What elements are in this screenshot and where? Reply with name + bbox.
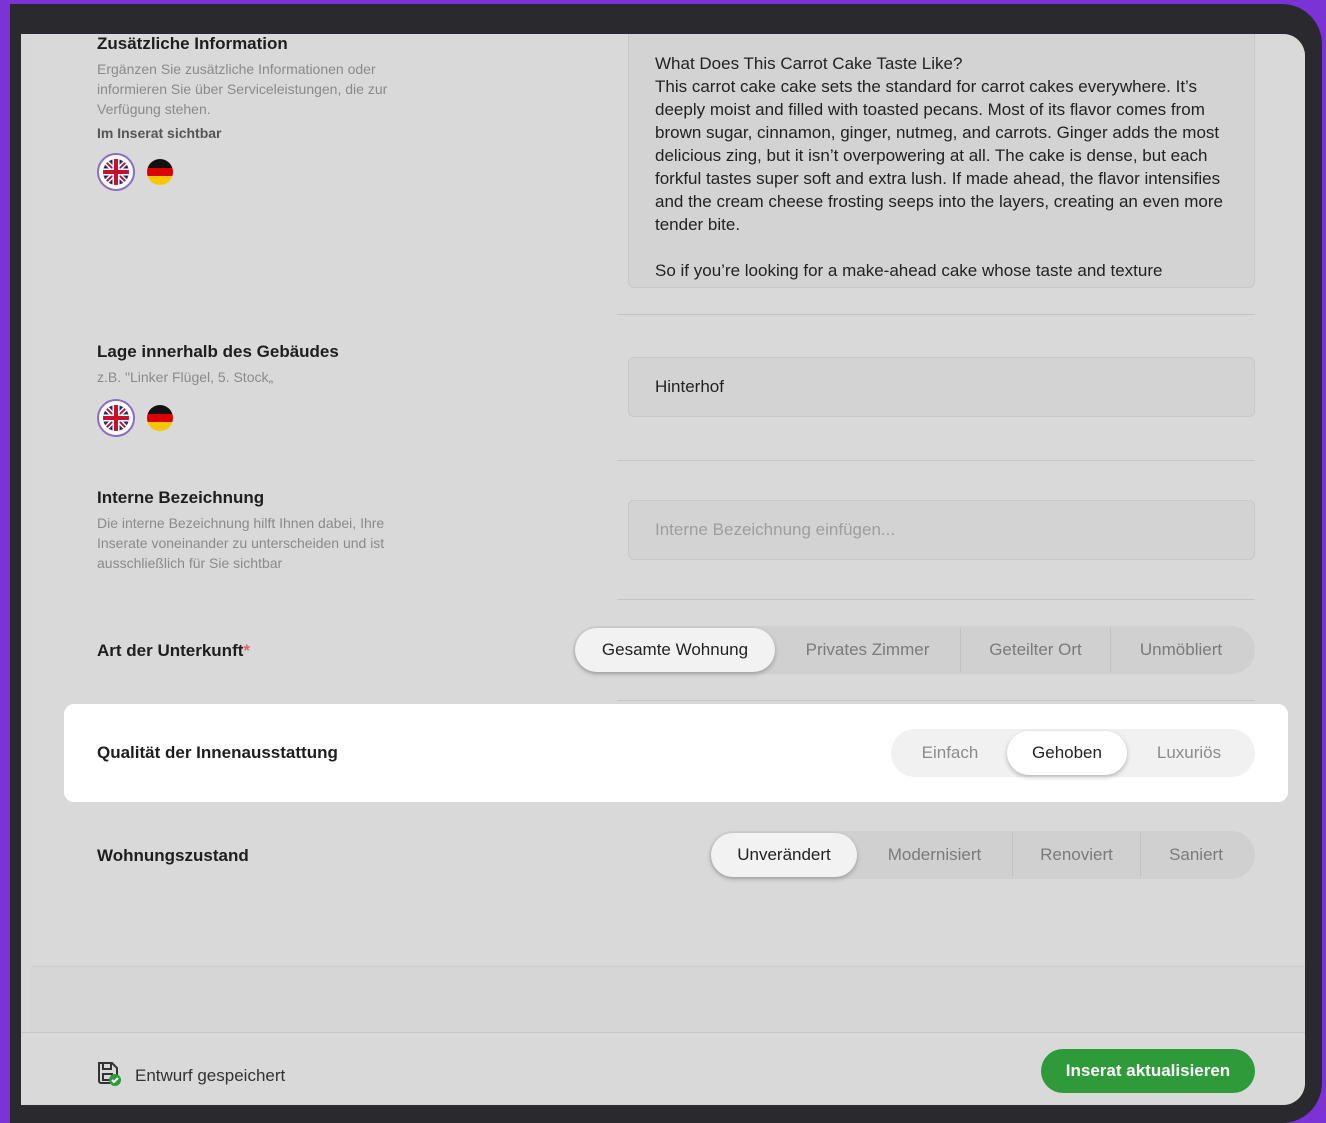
- accommodation-type-selector: Gesamte Wohnung Privates Zimmer Geteilte…: [573, 626, 1255, 674]
- internal-name-description: Die interne Bezeichnung hilft Ihnen dabe…: [97, 515, 385, 571]
- draft-status-label: Entwurf gespeichert: [135, 1065, 286, 1085]
- option-saniert[interactable]: Saniert: [1141, 833, 1251, 877]
- internal-name-placeholder: Interne Bezeichnung einfügen...: [655, 520, 896, 539]
- divider: [617, 599, 1255, 600]
- option-modernisiert[interactable]: Modernisiert: [857, 833, 1013, 877]
- draft-status: Entwurf gespeichert: [95, 1059, 285, 1092]
- option-privates-zimmer[interactable]: Privates Zimmer: [775, 628, 961, 672]
- device-frame: Zusätzliche Information Ergänzen Sie zus…: [10, 4, 1322, 1123]
- interior-quality-selector: Einfach Gehoben Luxuriös: [891, 729, 1255, 777]
- uk-flag-icon[interactable]: [97, 399, 135, 437]
- footer-bar: Entwurf gespeichert Inserat aktualisiere…: [21, 1032, 1305, 1105]
- update-listing-button[interactable]: Inserat aktualisieren: [1041, 1049, 1255, 1093]
- germany-flag-icon[interactable]: [147, 405, 173, 431]
- interior-quality-row: Qualität der Innenausstattung Einfach Ge…: [64, 704, 1288, 802]
- option-geteilter-ort[interactable]: Geteilter Ort: [961, 628, 1111, 672]
- interior-quality-label: Qualität der Innenausstattung: [97, 743, 338, 762]
- location-input[interactable]: Hinterhof: [628, 357, 1255, 417]
- option-unmoebliert[interactable]: Unmöbliert: [1111, 628, 1251, 672]
- apartment-condition-label: Wohnungszustand: [97, 846, 249, 865]
- apartment-condition-selector: Unverändert Modernisiert Renoviert Sanie…: [709, 831, 1255, 879]
- divider: [617, 700, 1255, 701]
- option-gehoben[interactable]: Gehoben: [1007, 731, 1127, 775]
- save-draft-icon: [95, 1059, 123, 1092]
- option-unveraendert[interactable]: Unverändert: [711, 833, 857, 877]
- required-mark: *: [243, 641, 251, 660]
- accommodation-type-label: Art der Unterkunft*: [97, 641, 251, 660]
- option-gesamte-wohnung[interactable]: Gesamte Wohnung: [575, 628, 775, 672]
- additional-info-textarea[interactable]: What Does This Carrot Cake Taste Like? T…: [628, 34, 1255, 288]
- option-einfach[interactable]: Einfach: [893, 731, 1007, 775]
- location-value: Hinterhof: [655, 377, 724, 396]
- option-luxurioes[interactable]: Luxuriös: [1127, 731, 1251, 775]
- divider: [617, 314, 1255, 315]
- uk-flag-icon[interactable]: [97, 153, 135, 191]
- germany-flag-icon[interactable]: [147, 159, 173, 185]
- option-renoviert[interactable]: Renoviert: [1013, 833, 1141, 877]
- additional-info-description: Ergänzen Sie zusätzliche Informationen o…: [97, 61, 388, 117]
- app-screen: Zusätzliche Information Ergänzen Sie zus…: [21, 34, 1305, 1105]
- lower-panel: [31, 966, 1305, 1036]
- internal-name-input[interactable]: Interne Bezeichnung einfügen...: [628, 500, 1255, 560]
- divider: [617, 460, 1255, 461]
